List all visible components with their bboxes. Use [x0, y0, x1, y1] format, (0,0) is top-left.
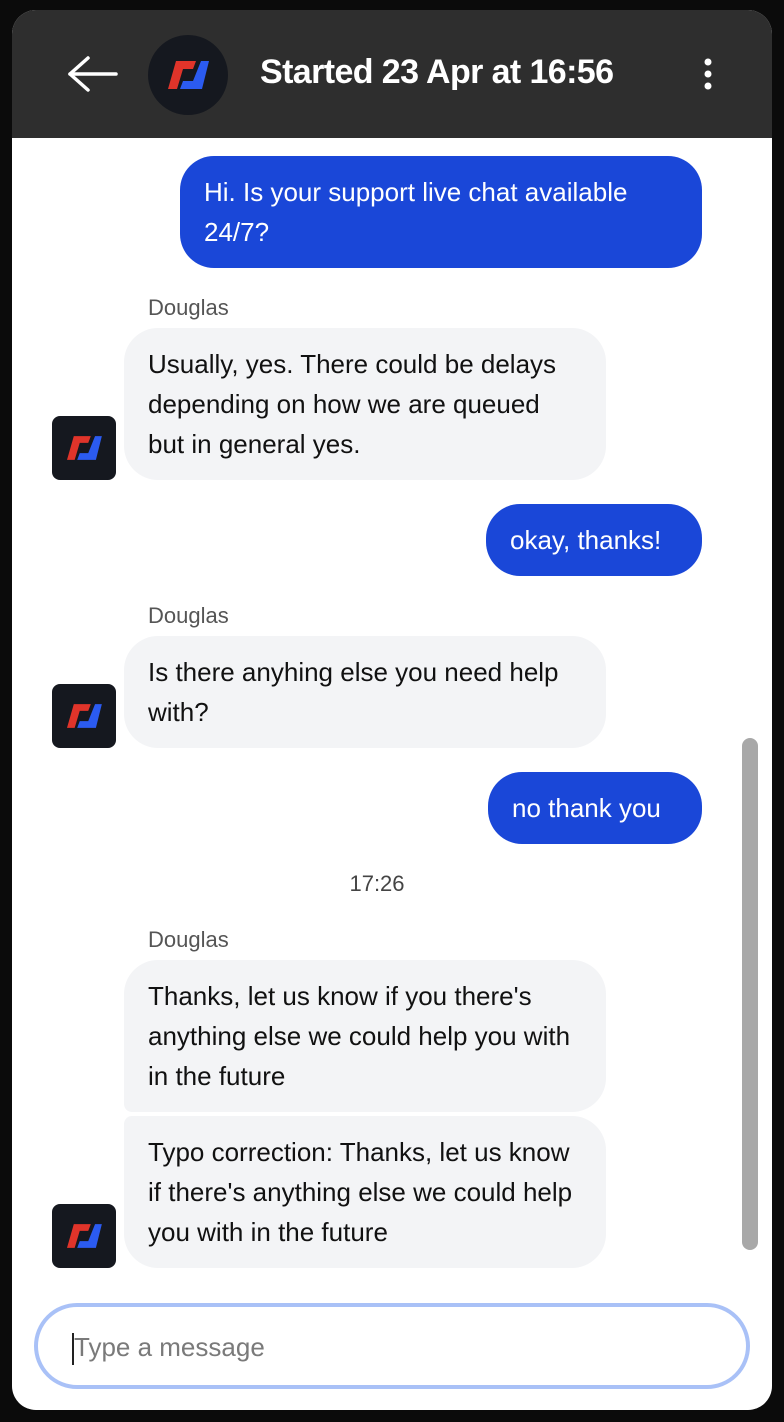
back-button[interactable] [64, 54, 120, 94]
incoming-message: Is there anyhing else you need help with… [124, 636, 606, 748]
outgoing-message: no thank you [488, 772, 702, 844]
sender-name: Douglas [148, 927, 229, 952]
time-separator: 17:26 [349, 871, 405, 896]
vertical-dots-icon [704, 58, 712, 90]
scrollbar-thumb[interactable] [742, 738, 758, 1250]
chat-header: Started 23 Apr at 16:56 [12, 10, 772, 138]
incoming-message: Usually, yes. There could be delays depe… [124, 328, 606, 480]
message-input[interactable] [72, 1323, 696, 1371]
chat-window: Started 23 Apr at 16:56 Hi. Is your supp… [12, 10, 772, 1410]
outgoing-message: Hi. Is your support live chat available … [180, 156, 702, 268]
sender-name: Douglas [148, 295, 229, 320]
brand-logo-icon [67, 436, 102, 460]
agent-avatar [52, 1204, 116, 1268]
brand-logo-icon [67, 1224, 102, 1248]
agent-avatar [52, 416, 116, 480]
agent-avatar [52, 684, 116, 748]
sender-name: Douglas [148, 603, 229, 628]
incoming-message: Thanks, let us know if you there's anyth… [124, 960, 606, 1112]
brand-logo-icon [67, 704, 102, 728]
brand-logo-icon [148, 35, 228, 115]
chat-title: Started 23 Apr at 16:56 [260, 53, 614, 91]
message-composer[interactable] [34, 1303, 750, 1389]
outgoing-message: okay, thanks! [486, 504, 702, 576]
incoming-message: Typo correction: Thanks, let us know if … [124, 1116, 606, 1268]
arrow-left-icon [68, 56, 118, 92]
message-list[interactable]: Hi. Is your support live chat available … [12, 138, 772, 1300]
more-options-button[interactable] [692, 54, 724, 94]
